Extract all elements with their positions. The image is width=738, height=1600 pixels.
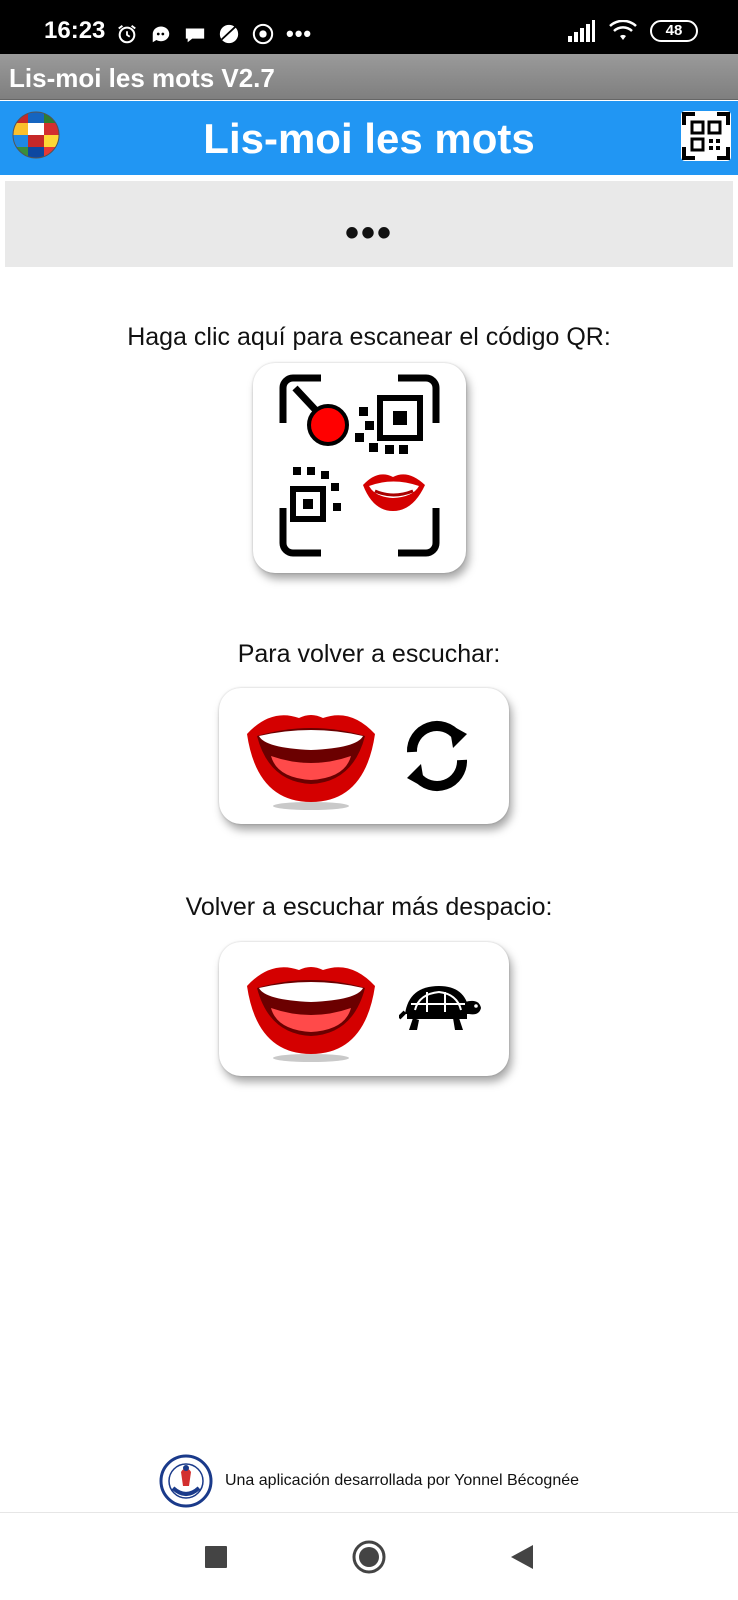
- wifi-icon: [609, 20, 637, 40]
- status-bar: 16:23 ••• 48: [0, 0, 738, 54]
- sphere-icon: [219, 24, 239, 44]
- scan-label: Haga clic aquí para escanear el código Q…: [127, 323, 611, 351]
- alarm-icon: [118, 24, 136, 44]
- replay-label: Para volver a escuchar:: [237, 640, 501, 668]
- app-title: Lis-moi les mots: [203, 115, 535, 162]
- replay-slow-label: Volver a escuchar más despacio:: [185, 893, 553, 921]
- window-title: Lis-moi les mots V2.7: [9, 63, 275, 93]
- system-nav-bar: [0, 1513, 738, 1600]
- signal-icon: [568, 20, 595, 42]
- status-notification-icons: •••: [116, 20, 312, 48]
- scan-qr-icon: [279, 374, 440, 557]
- circle-icon: [352, 1540, 386, 1574]
- footer-credit: Una aplicación desarrollada por Yonnel B…: [224, 1472, 580, 1489]
- mouth-icon: [247, 715, 375, 810]
- chat-bubble-icon: [152, 26, 170, 43]
- more-notifications: •••: [286, 21, 313, 46]
- display-text: •••: [344, 211, 393, 255]
- window-title-bar: Lis-moi les mots V2.7: [0, 54, 738, 100]
- scan-qr-button[interactable]: [253, 363, 466, 573]
- replay-button[interactable]: [219, 688, 509, 824]
- refresh-icon: [407, 720, 467, 792]
- status-time: 16:23: [44, 17, 106, 44]
- replay-slow-button[interactable]: [219, 942, 509, 1076]
- status-system-icons: 48: [566, 20, 698, 42]
- recents-button[interactable]: [194, 1535, 238, 1579]
- qr-code-icon[interactable]: [681, 111, 731, 161]
- mouth-icon: [247, 967, 375, 1062]
- chrome-icon: [252, 23, 274, 45]
- triangle-back-icon: [511, 1545, 533, 1569]
- back-button[interactable]: [500, 1535, 544, 1579]
- app-header: Lis-moi les mots: [0, 101, 738, 175]
- battery-indicator: 48: [650, 20, 698, 42]
- footer: Una aplicación desarrollada por Yonnel B…: [0, 1453, 738, 1509]
- square-icon: [205, 1546, 227, 1568]
- college-logo-icon: [159, 1454, 213, 1508]
- home-button[interactable]: [347, 1535, 391, 1579]
- text-display-panel: •••: [5, 181, 733, 267]
- message-icon: [185, 28, 205, 43]
- turtle-icon: [399, 986, 481, 1030]
